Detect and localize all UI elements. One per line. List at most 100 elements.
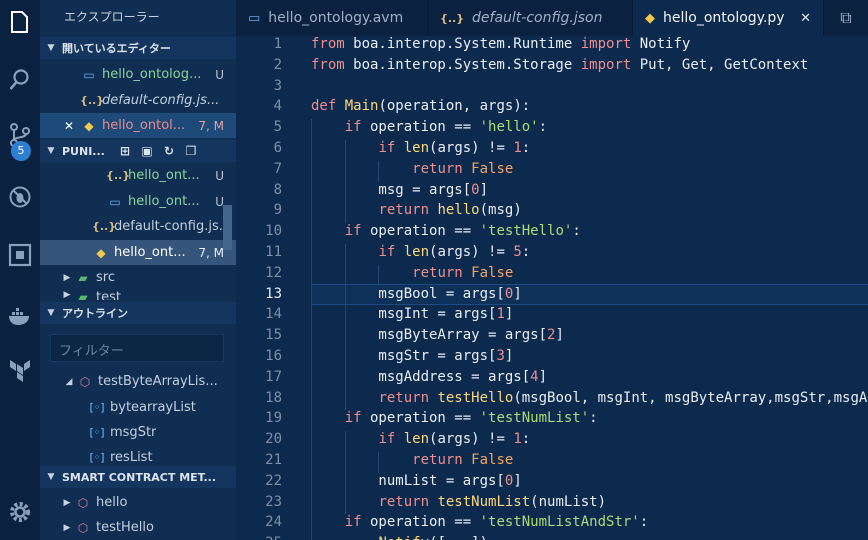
open-editors-header[interactable]: ▼ 開いているエディター — [40, 37, 236, 59]
code-line[interactable]: if operation == 'testNumListAndStr': — [311, 514, 648, 530]
open-editor-item[interactable]: ✕ ◆ hello_ontol... 7, M — [40, 113, 236, 138]
terraform-icon[interactable] — [0, 350, 40, 390]
open-editor-item[interactable]: ▭ hello_ontolog... U — [40, 62, 236, 87]
line-number: 17 — [265, 368, 282, 385]
method-icon: ⬡ — [77, 495, 89, 510]
line-number: 25 — [236, 535, 282, 540]
close-icon[interactable]: ✕ — [64, 119, 80, 133]
docker-icon[interactable] — [0, 296, 40, 336]
code-line[interactable]: if len(args) != 1: — [311, 140, 530, 156]
code-line[interactable]: return False — [311, 452, 513, 468]
tab-default-config-json[interactable]: {..} default-config.json — [428, 0, 633, 36]
code-line[interactable]: msg = args[0] — [311, 182, 488, 198]
code-line[interactable]: msgStr = args[3] — [311, 348, 513, 364]
outline-item[interactable]: [◦] msgStr — [40, 420, 236, 445]
tree-item[interactable]: ◆ hello_ont... 7, M — [40, 240, 236, 265]
line-number: 19 — [265, 410, 282, 427]
gear-icon[interactable] — [0, 492, 40, 532]
new-file-icon[interactable]: ⊞ — [114, 144, 136, 158]
search-icon[interactable] — [0, 60, 40, 100]
code-line[interactable]: return testHello(msgBool, msgInt, msgByt… — [311, 390, 868, 406]
code-line[interactable]: from boa.interop.System.Storage import P… — [311, 57, 808, 73]
python-icon: ◆ — [84, 118, 94, 133]
tab-hello-ontology-py[interactable]: ◆ hello_ontology.py ✕ — [633, 0, 824, 36]
code-line[interactable]: msgInt = args[1] — [311, 306, 513, 322]
line-number: 10 — [265, 223, 282, 240]
source-control-badge: 5 — [11, 141, 31, 161]
tab-hello-ontology-avm[interactable]: ▭ hello_ontology.avm — [236, 0, 428, 36]
line-number: 13 — [265, 285, 282, 302]
tree-item[interactable]: ▭ hello_ont... U — [40, 189, 236, 214]
json-icon: {..} — [106, 169, 131, 182]
explorer-icon[interactable] — [0, 2, 40, 42]
refresh-icon[interactable]: ↻ — [158, 144, 180, 158]
open-editor-item[interactable]: {..} default-config.js... — [40, 88, 236, 113]
python-icon: ◆ — [96, 245, 106, 260]
code-line[interactable]: return False — [311, 265, 513, 281]
line-number: 14 — [265, 306, 282, 323]
new-folder-icon[interactable]: ▣ — [136, 144, 158, 158]
file-icon: ▭ — [248, 10, 261, 26]
code-line[interactable]: return False — [311, 161, 513, 177]
workspace-header[interactable]: ▼ PUNI... ⊞ ▣ ↻ ❐ — [40, 140, 236, 162]
json-icon: {..} — [80, 94, 105, 107]
close-icon[interactable]: ✕ — [800, 11, 811, 26]
chevron-down-icon: ▼ — [47, 43, 55, 53]
tree-folder[interactable]: ▶ ▰ test — [40, 290, 236, 300]
line-number: 6 — [273, 140, 282, 156]
code-line[interactable]: return hello(msg) — [311, 202, 521, 218]
chevron-right-icon: ▶ — [63, 522, 71, 533]
chevron-down-icon: ◢ — [65, 376, 73, 387]
sidebar-scrollbar[interactable] — [223, 205, 232, 250]
variable-icon: [◦] — [89, 401, 105, 414]
line-number: 12 — [265, 264, 282, 281]
outline-item[interactable]: [◦] bytearrayList — [40, 395, 236, 420]
code-line[interactable]: if operation == 'hello': — [311, 119, 547, 135]
sidebar: エクスプローラー ▼ 開いているエディター ▭ hello_ontolog...… — [40, 0, 236, 540]
line-number: 23 — [265, 493, 282, 510]
code-line[interactable]: numList = args[0] — [311, 473, 521, 489]
code-line[interactable]: return testNumList(numList) — [311, 494, 606, 510]
collapse-all-icon[interactable]: ❐ — [180, 144, 202, 158]
split-editor-icon[interactable]: ⧉ — [824, 0, 868, 36]
outline-filter-input[interactable]: フィルター — [50, 334, 224, 362]
file-icon: ▭ — [83, 67, 95, 82]
line-number: 18 — [265, 389, 282, 406]
line-number: 11 — [265, 244, 282, 260]
code-line[interactable]: Notify([...]) — [311, 535, 488, 540]
line-number: 16 — [265, 348, 282, 364]
contract-method-item[interactable]: ▶ ⬡ hello — [40, 490, 236, 515]
editor-tabs: ▭ hello_ontology.avm {..} default-config… — [236, 0, 868, 36]
tree-item[interactable]: {..} default-config.js... — [40, 214, 236, 239]
extensions-icon[interactable] — [0, 235, 40, 275]
line-number: 9 — [273, 202, 282, 219]
tree-folder[interactable]: ▶ ▰ src — [40, 265, 236, 290]
line-number: 20 — [265, 431, 282, 448]
tree-item[interactable]: {..} hello_ont... U — [40, 163, 236, 188]
chevron-down-icon: ▼ — [47, 472, 55, 482]
chevron-right-icon: ▶ — [63, 290, 71, 300]
line-number: 3 — [273, 77, 282, 94]
code-line[interactable]: msgByteArray = args[2] — [311, 327, 563, 343]
outline-header[interactable]: ▼ アウトライン — [40, 302, 236, 324]
contract-method-item[interactable]: ▶ ⬡ testHello — [40, 515, 236, 540]
code-line[interactable]: from boa.interop.System.Runtime import N… — [311, 36, 690, 52]
code-line[interactable]: msgAddress = args[4] — [311, 369, 547, 385]
line-number: 5 — [273, 119, 282, 136]
code-line[interactable]: if operation == 'testHello': — [311, 223, 581, 239]
smart-contract-header[interactable]: ▼ SMART CONTRACT MET... — [40, 466, 236, 488]
code-line[interactable]: msgBool = args[0] — [311, 286, 521, 302]
chevron-down-icon: ▼ — [47, 146, 55, 156]
outline-item[interactable]: ◢ ⬡ testByteArrayLis... — [40, 369, 236, 394]
file-icon: ▭ — [109, 194, 121, 209]
chevron-down-icon: ▼ — [47, 308, 55, 318]
debug-icon[interactable] — [0, 177, 40, 217]
variable-icon: [◦] — [89, 426, 105, 439]
line-number: 2 — [273, 56, 282, 73]
code-line[interactable]: if len(args) != 5: — [311, 244, 530, 260]
code-line[interactable]: if operation == 'testNumList': — [311, 410, 598, 426]
code-line[interactable]: def Main(operation, args): — [311, 98, 530, 114]
line-number: 15 — [265, 327, 282, 344]
code-editor[interactable]: 1 from boa.interop.System.Runtime import … — [236, 36, 868, 540]
code-line[interactable]: if len(args) != 1: — [311, 431, 530, 447]
